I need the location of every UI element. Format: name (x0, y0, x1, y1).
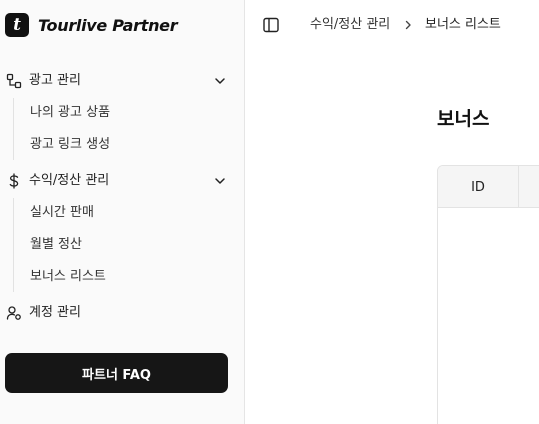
sidebar-item-monthly-settlement[interactable]: 월별 정산 (22, 232, 227, 258)
page-title: 보너스 (437, 108, 490, 130)
breadcrumb-current: 보너스 리스트 (425, 17, 501, 32)
dollar-icon (9, 173, 19, 189)
brand-logo: t (5, 13, 29, 37)
column-header-id[interactable]: ID (438, 166, 519, 208)
chevron-right-icon (405, 20, 411, 30)
table-header: ID (438, 166, 539, 208)
sidebar-item-label: 월별 정산 (30, 237, 82, 252)
sidebar-item-realtime-sales[interactable]: 실시간 판매 (22, 200, 227, 226)
sidebar-item-bonus-list[interactable]: 보너스 리스트 (22, 264, 227, 290)
sidebar-group-label: 수익/정산 관리 (29, 173, 110, 188)
sidebar-group-label: 계정 관리 (29, 305, 81, 320)
sidebar-item-label: 나의 광고 상품 (30, 105, 111, 120)
breadcrumb-parent[interactable]: 수익/정산 관리 (310, 16, 390, 34)
sidebar-item-create-ad-link[interactable]: 광고 링크 생성 (22, 132, 227, 158)
sidebar-toggle-icon[interactable] (262, 16, 280, 34)
sidebar-group-account[interactable]: 계정 관리 (0, 300, 245, 326)
sidebar-group-label: 광고 관리 (29, 73, 81, 88)
app-root: t Tourlive Partner 광고 관리 나의 광고 상품 광고 링크 … (0, 0, 539, 424)
chevron-down-icon (215, 78, 225, 84)
sidebar: t Tourlive Partner 광고 관리 나의 광고 상품 광고 링크 … (0, 0, 245, 424)
chevron-down-icon (215, 178, 225, 184)
brand-name: Tourlive Partner (38, 15, 178, 35)
sidebar-item-label: 실시간 판매 (30, 205, 94, 220)
sidebar-item-label: 광고 링크 생성 (30, 137, 111, 152)
sidebar-group-revenue[interactable]: 수익/정산 관리 (0, 168, 245, 194)
user-settings-icon (6, 306, 21, 320)
bonus-table: ID (437, 165, 539, 424)
submenu-line (13, 98, 14, 160)
sidebar-item-label: 보너스 리스트 (30, 269, 106, 284)
sidebar-item-my-ad-products[interactable]: 나의 광고 상품 (22, 100, 227, 126)
submenu-line (13, 198, 14, 292)
brand[interactable]: t Tourlive Partner (5, 12, 178, 38)
ads-icon (6, 73, 22, 89)
partner-faq-button[interactable]: 파트너 FAQ (5, 353, 228, 393)
sidebar-group-ads[interactable]: 광고 관리 (0, 68, 245, 94)
